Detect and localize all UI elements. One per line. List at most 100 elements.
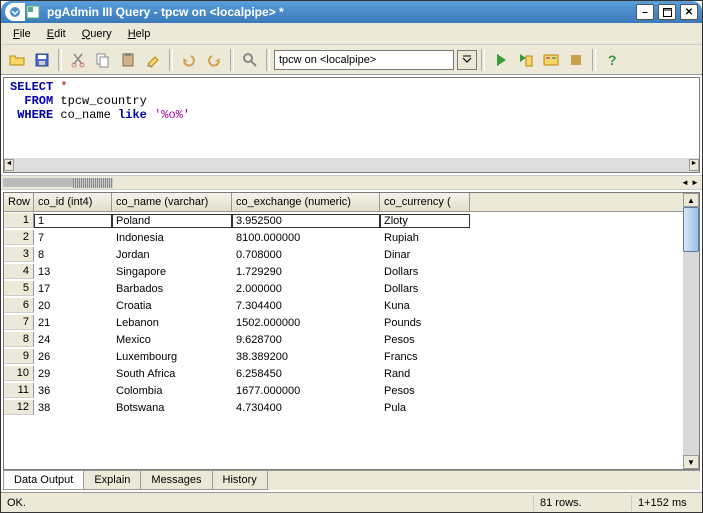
cell-co-id[interactable]: 36 [34,384,112,398]
cell-co-name[interactable]: Singapore [112,265,232,279]
maximize-button[interactable] [658,4,676,20]
scroll-down-button[interactable]: ▼ [683,455,699,469]
results-v-scrollbar[interactable]: ▲ ▼ [683,193,699,469]
table-row[interactable]: 824Mexico9.628700Pesos [4,331,683,348]
cell-co-currency[interactable]: Dollars [380,265,470,279]
cell-co-id[interactable]: 38 [34,401,112,415]
menu-help[interactable]: Help [120,26,159,42]
cell-co-name[interactable]: Colombia [112,384,232,398]
table-row[interactable]: 38Jordan0.708000Dinar [4,246,683,263]
cell-co-currency[interactable]: Zloty [380,214,470,228]
cell-co-currency[interactable]: Dinar [380,248,470,262]
open-button[interactable] [5,48,29,72]
cell-co-name[interactable]: Barbados [112,282,232,296]
cell-co-exchange[interactable]: 1677.000000 [232,384,380,398]
system-menu-button[interactable] [5,3,25,21]
cut-button[interactable] [66,48,90,72]
table-row[interactable]: 1238Botswana4.730400Pula [4,399,683,416]
cell-co-exchange[interactable]: 3.952500 [232,214,380,228]
cell-co-currency[interactable]: Francs [380,350,470,364]
tab-data-output[interactable]: Data Output [3,471,84,490]
find-button[interactable] [238,48,262,72]
cell-co-name[interactable]: South Africa [112,367,232,381]
cell-co-currency[interactable]: Kuna [380,299,470,313]
help-button[interactable]: ? [600,48,624,72]
cell-co-id[interactable]: 17 [34,282,112,296]
splitter[interactable]: ◄ ► [1,175,702,190]
col-header-co-exchange[interactable]: co_exchange (numeric) [232,193,380,211]
cell-co-exchange[interactable]: 8100.000000 [232,231,380,245]
cell-co-name[interactable]: Mexico [112,333,232,347]
cell-co-exchange[interactable]: 1502.000000 [232,316,380,330]
cell-co-id[interactable]: 8 [34,248,112,262]
cell-co-exchange[interactable]: 7.304400 [232,299,380,313]
col-header-co-name[interactable]: co_name (varchar) [112,193,232,211]
query-editor[interactable]: SELECT * FROM tpcw_country WHERE co_name… [3,77,700,173]
cell-co-currency[interactable]: Pula [380,401,470,415]
cell-co-id[interactable]: 24 [34,333,112,347]
table-row[interactable]: 620Croatia7.304400Kuna [4,297,683,314]
cell-co-name[interactable]: Croatia [112,299,232,313]
table-row[interactable]: 11Poland3.952500Zloty [4,212,683,229]
cell-co-name[interactable]: Lebanon [112,316,232,330]
cell-co-currency[interactable]: Rand [380,367,470,381]
results-grid[interactable]: Row co_id (int4) co_name (varchar) co_ex… [4,193,683,469]
connection-dropdown[interactable] [457,50,477,70]
table-row[interactable]: 721Lebanon1502.000000Pounds [4,314,683,331]
table-row[interactable]: 1029South Africa6.258450Rand [4,365,683,382]
cell-co-name[interactable]: Poland [112,214,232,228]
cell-co-exchange[interactable]: 38.389200 [232,350,380,364]
cell-co-id[interactable]: 7 [34,231,112,245]
cancel-button[interactable] [564,48,588,72]
cell-co-exchange[interactable]: 1.729290 [232,265,380,279]
cell-co-exchange[interactable]: 9.628700 [232,333,380,347]
cell-co-name[interactable]: Jordan [112,248,232,262]
query-h-scrollbar[interactable]: ◄ ► [4,158,699,172]
scroll-thumb[interactable] [683,207,699,252]
cell-co-exchange[interactable]: 4.730400 [232,401,380,415]
cell-co-id[interactable]: 1 [34,214,112,228]
menu-query[interactable]: Query [74,26,120,42]
cell-co-id[interactable]: 21 [34,316,112,330]
minimize-button[interactable]: – [636,4,654,20]
cell-co-id[interactable]: 29 [34,367,112,381]
splitter-left-arrow[interactable]: ◄ [680,177,690,189]
tab-history[interactable]: History [212,471,268,490]
menu-file[interactable]: File [5,26,39,42]
clear-button[interactable] [141,48,165,72]
cell-co-currency[interactable]: Dollars [380,282,470,296]
cell-co-id[interactable]: 13 [34,265,112,279]
execute-file-button[interactable] [514,48,538,72]
cell-co-name[interactable]: Indonesia [112,231,232,245]
cell-co-currency[interactable]: Pounds [380,316,470,330]
cell-co-exchange[interactable]: 6.258450 [232,367,380,381]
cell-co-id[interactable]: 26 [34,350,112,364]
table-row[interactable]: 926Luxembourg38.389200Francs [4,348,683,365]
scroll-up-button[interactable]: ▲ [683,193,699,207]
cell-co-currency[interactable]: Pesos [380,384,470,398]
table-row[interactable]: 27Indonesia8100.000000Rupiah [4,229,683,246]
table-row[interactable]: 517Barbados2.000000Dollars [4,280,683,297]
close-button[interactable]: ✕ [680,4,698,20]
redo-button[interactable] [202,48,226,72]
cell-co-name[interactable]: Luxembourg [112,350,232,364]
save-button[interactable] [30,48,54,72]
cell-co-id[interactable]: 20 [34,299,112,313]
connection-input[interactable] [274,50,454,70]
col-header-row[interactable]: Row [4,193,34,211]
copy-button[interactable] [91,48,115,72]
tab-messages[interactable]: Messages [140,471,212,490]
undo-button[interactable] [177,48,201,72]
cell-co-exchange[interactable]: 2.000000 [232,282,380,296]
table-row[interactable]: 413Singapore1.729290Dollars [4,263,683,280]
menu-edit[interactable]: Edit [39,26,74,42]
splitter-right-arrow[interactable]: ► [690,177,700,189]
paste-button[interactable] [116,48,140,72]
cell-co-exchange[interactable]: 0.708000 [232,248,380,262]
cell-co-currency[interactable]: Rupiah [380,231,470,245]
cell-co-name[interactable]: Botswana [112,401,232,415]
explain-button[interactable] [539,48,563,72]
col-header-co-id[interactable]: co_id (int4) [34,193,112,211]
table-row[interactable]: 1136Colombia1677.000000Pesos [4,382,683,399]
cell-co-currency[interactable]: Pesos [380,333,470,347]
